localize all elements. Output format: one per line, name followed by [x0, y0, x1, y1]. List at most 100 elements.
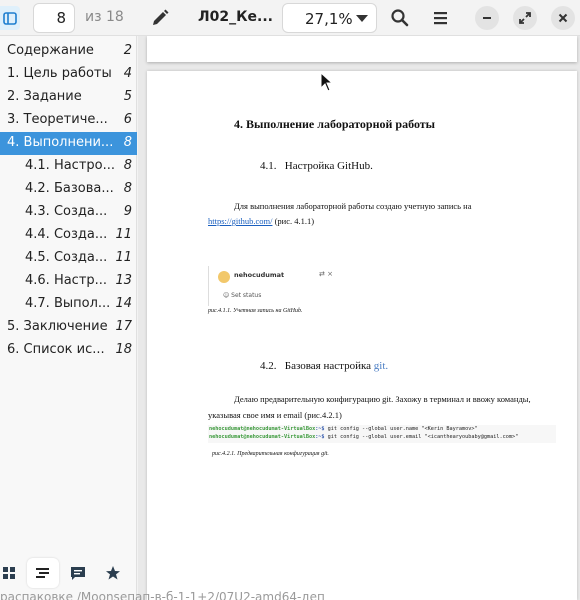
terminal-dir: :~$ — [315, 434, 325, 440]
paragraph-text: Для выполнения лабораторной работы созда… — [234, 201, 472, 211]
avatar — [218, 271, 230, 283]
toc-item-label: 4.5. Созда... — [25, 250, 108, 265]
pencil-icon — [153, 9, 169, 25]
hamburger-icon — [434, 12, 447, 25]
toc-item-label: 4. Выполнени... — [7, 135, 114, 150]
figure-caption-4-1-1: рис.4.1.1. Учетная запись на GitHub. — [208, 308, 303, 314]
toc-item-4-4[interactable]: 4.4. Созда... 11 — [0, 224, 137, 247]
expand-icon — [519, 12, 531, 24]
terminal-user: nehocudumat@nehocudumat-VirtualBox — [209, 434, 316, 440]
chevron-down-icon — [356, 15, 368, 22]
toc-item-page: 18 — [115, 342, 132, 357]
document-viewer[interactable]: 4. Выполнение лабораторной работы 4.1. Н… — [138, 36, 580, 600]
toc-item-theory[interactable]: 3. Теоретиче... 6 — [0, 109, 137, 132]
terminal-line: nehocudumat@nehocudumat-VirtualBox:~$ gi… — [209, 425, 556, 433]
toc-item-page: 17 — [115, 319, 132, 334]
grid-icon — [3, 567, 15, 579]
toc-item-4-1[interactable]: 4.1. Настро... 8 — [0, 155, 137, 178]
toc-item-page: 6 — [123, 112, 132, 127]
figure-github-account: nehocudumat ⇄ × ☺ Set status — [208, 266, 338, 306]
star-icon — [106, 566, 120, 580]
edit-button[interactable] — [150, 8, 170, 28]
paragraph-config: Делаю предварительную конфигурацию git. … — [208, 394, 531, 420]
terminal-command: git config --global user.name "<Kerin Ba… — [324, 426, 478, 432]
tab-thumbnails[interactable] — [0, 558, 25, 588]
document-page: 4. Выполнение лабораторной работы 4.1. Н… — [147, 71, 577, 600]
figure-icons: ⇄ × — [319, 270, 333, 278]
tab-outline[interactable] — [27, 558, 59, 588]
header-bar: 8 из 18 Л02_Ке... 27,1% — [0, 0, 580, 36]
background-window-text: распаковке /Moonsепап-в-б-1-1+2/07U2-аmd… — [0, 590, 325, 600]
toc-item-label: 4.7. Выпол... — [25, 296, 111, 311]
subsection-heading-4-1: 4.1. Настройка GitHub. — [260, 160, 373, 172]
toc-item-page: 11 — [115, 227, 132, 242]
toc-item-page: 4 — [123, 66, 132, 81]
toc-item-label: 4.4. Созда... — [25, 227, 108, 242]
terminal-dir: :~$ — [315, 426, 325, 432]
toc-item-conclusion[interactable]: 5. Заключение 17 — [0, 316, 137, 339]
toc-item-4-6[interactable]: 4.6. Настр... 13 — [0, 270, 137, 293]
toc-item-page: 9 — [123, 204, 132, 219]
figure-caption-4-2-1: рис.4.2.1. Предварительная конфигурация … — [212, 451, 329, 457]
toc-item-label: 3. Теоретиче... — [7, 112, 108, 127]
toc-item-4-2[interactable]: 4.2. Базова... 8 — [0, 178, 137, 201]
mouse-cursor-icon — [320, 72, 332, 92]
subsection-number: 4.1. — [260, 160, 277, 172]
toc-item-label: 4.3. Созда... — [25, 204, 108, 219]
toc-item-page: 8 — [123, 135, 132, 150]
close-button[interactable] — [551, 6, 575, 30]
tab-bookmarks[interactable] — [97, 558, 129, 588]
subsection-heading-4-2: 4.2. Базовая настройка git. — [260, 360, 388, 372]
outline-icon — [36, 568, 49, 578]
toc-item-label: 4.1. Настро... — [25, 158, 116, 173]
minimize-icon — [483, 17, 491, 19]
search-button[interactable] — [390, 8, 410, 28]
search-icon — [391, 9, 409, 27]
toc-item-page: 11 — [115, 250, 132, 265]
toc-item-label: 5. Заключение — [7, 319, 108, 334]
maximize-button[interactable] — [513, 6, 537, 30]
section-heading: 4. Выполнение лабораторной работы — [234, 117, 436, 131]
sidebar-tab-bar — [0, 558, 137, 590]
sidebar-toggle-button[interactable] — [0, 6, 20, 30]
page-total-label: из 18 — [85, 9, 124, 25]
figure-username: nehocudumat — [234, 271, 285, 279]
toc-item-label: 4.6. Настр... — [25, 273, 108, 288]
toc-item-page: 13 — [115, 273, 132, 288]
page-number-input[interactable]: 8 — [33, 3, 75, 33]
toc-item-label: Содержание — [7, 43, 94, 58]
comment-icon — [71, 566, 85, 580]
toc-item-page: 2 — [123, 43, 132, 58]
toc-item-4-5[interactable]: 4.5. Созда... 11 — [0, 247, 137, 270]
subsection-title: Базовая настройка — [284, 360, 374, 372]
minimize-button[interactable] — [475, 6, 499, 30]
toc-item-execution[interactable]: 4. Выполнени... 8 — [0, 132, 137, 155]
toc-item-page: 5 — [123, 89, 132, 104]
figure-status: ☺ Set status — [223, 292, 262, 299]
toc-item-label: 1. Цель работы — [7, 66, 112, 81]
terminal-user: nehocudumat@nehocudumat-VirtualBox — [209, 426, 316, 432]
sidebar-outline: Содержание 2 1. Цель работы 4 2. Задание… — [0, 36, 137, 600]
toc-item-label: 2. Задание — [7, 89, 82, 104]
toc-item-4-3[interactable]: 4.3. Созда... 9 — [0, 201, 137, 224]
toc-item-goal[interactable]: 1. Цель работы 4 — [0, 63, 137, 86]
toc-item-label: 6. Список ис... — [7, 342, 105, 357]
terminal-line: nehocudumat@nehocudumat-VirtualBox:~$ gi… — [209, 433, 556, 441]
toc-item-contents[interactable]: Содержание 2 — [0, 40, 137, 63]
toc-item-page: 14 — [115, 296, 132, 311]
toc-item-label: 4.2. Базова... — [25, 181, 114, 196]
paragraph-account: Для выполнения лабораторной работы созда… — [208, 199, 546, 229]
figure-terminal: nehocudumat@nehocudumat-VirtualBox:~$ gi… — [208, 425, 556, 443]
toc-item-task[interactable]: 2. Задание 5 — [0, 86, 137, 109]
zoom-select[interactable]: 27,1% — [282, 3, 377, 33]
sidebar-icon — [3, 11, 17, 25]
tab-annotations[interactable] — [62, 558, 94, 588]
previous-page — [147, 36, 577, 62]
github-link[interactable]: https://github.com/ — [208, 216, 272, 226]
menu-button[interactable] — [432, 8, 450, 28]
toc-item-references[interactable]: 6. Список ис... 18 — [0, 339, 137, 362]
toc-item-page: 8 — [123, 181, 132, 196]
document-title: Л02_Ке... — [198, 9, 274, 25]
toc-item-4-7[interactable]: 4.7. Выпол... 14 — [0, 293, 137, 316]
subsection-number: 4.2. — [260, 360, 277, 372]
